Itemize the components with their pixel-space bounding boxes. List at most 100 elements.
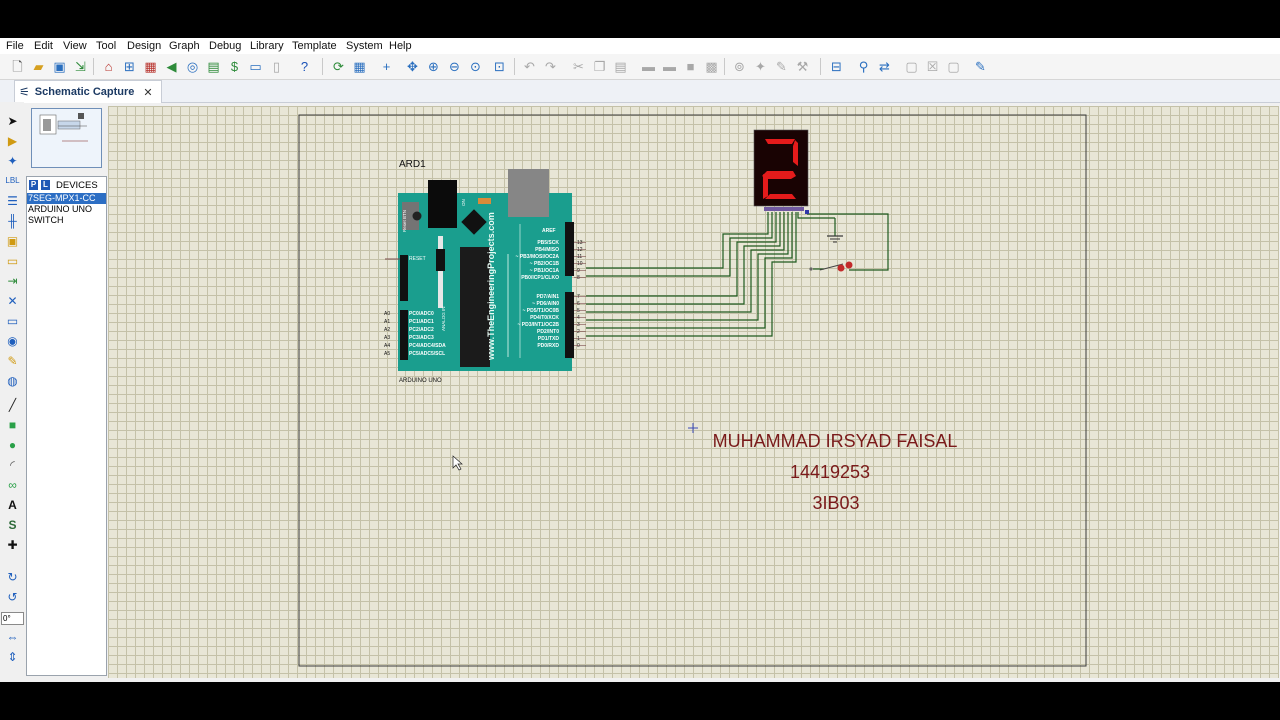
box-icon[interactable]: ■ bbox=[4, 416, 21, 433]
home-icon[interactable]: ⌂ bbox=[100, 58, 117, 75]
schematic-icon[interactable]: ⊞ bbox=[121, 58, 138, 75]
packaging-icon[interactable]: ✎ bbox=[773, 58, 790, 75]
terminals-icon[interactable]: ▭ bbox=[4, 252, 21, 269]
tape-recorder-icon[interactable]: ▭ bbox=[4, 312, 21, 329]
seven-segment-display[interactable]: 2 bbox=[753, 129, 809, 214]
line-icon[interactable]: ╱ bbox=[4, 396, 21, 413]
graph-icon[interactable]: ✕ bbox=[4, 292, 21, 309]
digital-pin-number: 0 bbox=[577, 343, 580, 349]
text-script-icon[interactable]: ☰ bbox=[4, 192, 21, 209]
text-icon[interactable]: A bbox=[4, 496, 21, 513]
library-manager-button[interactable]: L bbox=[41, 180, 50, 190]
rotate-clockwise-icon[interactable]: ↻ bbox=[4, 568, 21, 585]
redo-icon[interactable]: ↷ bbox=[542, 58, 559, 75]
wire-autorouter-icon[interactable]: ⊟ bbox=[828, 58, 845, 75]
device-item-switch[interactable]: SWITCH bbox=[27, 215, 106, 226]
rotate-anticlockwise-icon[interactable]: ↺ bbox=[4, 588, 21, 605]
junction-dot-icon[interactable]: ✦ bbox=[4, 152, 21, 169]
arduino-uno[interactable]: www.TheEngineeringProjects.com Reset BTN… bbox=[384, 169, 586, 371]
generator-icon[interactable]: ◉ bbox=[4, 332, 21, 349]
paste-icon[interactable]: ▤ bbox=[612, 58, 629, 75]
marker-icon[interactable]: ✚ bbox=[4, 536, 21, 553]
menu-template[interactable]: Template bbox=[292, 40, 337, 52]
pick-device-icon[interactable]: ⊚ bbox=[731, 58, 748, 75]
remove-sheet-icon[interactable]: ☒ bbox=[924, 58, 941, 75]
zoom-in-icon[interactable]: ⊕ bbox=[425, 58, 442, 75]
letterbox-bottom bbox=[0, 682, 1280, 720]
make-device-icon[interactable]: ✦ bbox=[752, 58, 769, 75]
gerber-icon[interactable]: ▤ bbox=[205, 58, 222, 75]
run-icon[interactable]: ◀ bbox=[163, 58, 180, 75]
design-explorer-icon[interactable]: ✎ bbox=[972, 58, 989, 75]
tab-bar: ⚟ Schematic Capture ✕ bbox=[0, 80, 1280, 103]
device-item-arduino-uno[interactable]: ARDUINO UNO bbox=[27, 204, 106, 215]
undo-icon[interactable]: ↶ bbox=[521, 58, 538, 75]
block-move-icon[interactable]: ▬ bbox=[661, 58, 678, 75]
mirror-horizontal-icon[interactable]: ⇔ bbox=[4, 628, 21, 645]
wire-label-icon[interactable]: LBL bbox=[4, 172, 21, 189]
switch-component[interactable] bbox=[809, 261, 853, 272]
bom-icon[interactable]: $ bbox=[226, 58, 243, 75]
zoom-out-icon[interactable]: ⊖ bbox=[446, 58, 463, 75]
menu-design[interactable]: Design bbox=[127, 40, 161, 52]
component-mode-icon[interactable]: ▶ bbox=[4, 132, 21, 149]
help-icon[interactable]: ? bbox=[296, 58, 313, 75]
voltage-probe-icon[interactable]: ✎ bbox=[4, 352, 21, 369]
close-icon[interactable]: ✕ bbox=[143, 86, 152, 99]
digital-pin-label: PB0/ICP1/CLKO bbox=[521, 275, 559, 281]
pan-icon[interactable]: ✥ bbox=[404, 58, 421, 75]
virtual-instruments-icon[interactable]: ◍ bbox=[4, 372, 21, 389]
new-sheet-icon[interactable]: ▢ bbox=[903, 58, 920, 75]
goto-sheet-icon[interactable]: ▢ bbox=[945, 58, 962, 75]
block-copy-icon[interactable]: ▬ bbox=[640, 58, 657, 75]
arc-icon[interactable]: ◜ bbox=[4, 456, 21, 473]
symbol-icon[interactable]: S bbox=[4, 516, 21, 533]
grid-icon[interactable]: ▦ bbox=[351, 58, 368, 75]
source-code-icon[interactable]: ▭ bbox=[247, 58, 264, 75]
subcircuit-icon[interactable]: ▣ bbox=[4, 232, 21, 249]
mirror-vertical-icon[interactable]: ⇕ bbox=[4, 648, 21, 665]
block-delete-icon[interactable]: ▩ bbox=[703, 58, 720, 75]
block-rotate-icon[interactable]: ■ bbox=[682, 58, 699, 75]
schematic-canvas[interactable]: ARD1 www.TheEngineeringProjects.com Rese… bbox=[108, 106, 1279, 678]
zoom-all-icon[interactable]: ⊙ bbox=[467, 58, 484, 75]
device-pins-icon[interactable]: ⇥ bbox=[4, 272, 21, 289]
menu-view[interactable]: View bbox=[63, 40, 87, 52]
menu-system[interactable]: System bbox=[346, 40, 383, 52]
overview-window[interactable] bbox=[31, 108, 102, 168]
author-name: MUHAMMAD IRSYAD FAISAL bbox=[713, 431, 958, 451]
pcb-icon[interactable]: ▦ bbox=[142, 58, 159, 75]
search-icon[interactable]: ⚲ bbox=[855, 58, 872, 75]
cut-icon[interactable]: ✂ bbox=[570, 58, 587, 75]
3d-view-icon[interactable]: ◎ bbox=[184, 58, 201, 75]
refresh-icon[interactable]: ⟳ bbox=[330, 58, 347, 75]
buses-icon[interactable]: ╫ bbox=[4, 212, 21, 229]
menu-file[interactable]: File bbox=[6, 40, 24, 52]
property-assign-icon[interactable]: ⇄ bbox=[876, 58, 893, 75]
digital-pin-number: 12 bbox=[577, 247, 583, 253]
decompose-icon[interactable]: ⚒ bbox=[794, 58, 811, 75]
new-file-icon[interactable]: 🗋 bbox=[9, 58, 26, 75]
selection-mode-icon[interactable]: ➤ bbox=[4, 112, 21, 129]
circle-icon[interactable]: ● bbox=[4, 436, 21, 453]
aref-label: AREF bbox=[542, 228, 556, 234]
tab-schematic-capture[interactable]: ⚟ Schematic Capture ✕ bbox=[14, 80, 162, 103]
menu-debug[interactable]: Debug bbox=[209, 40, 241, 52]
copy-icon[interactable]: ❐ bbox=[591, 58, 608, 75]
notes-icon[interactable]: ▯ bbox=[268, 58, 285, 75]
open-folder-icon[interactable]: ▰ bbox=[30, 58, 47, 75]
origin-icon[interactable]: + bbox=[378, 58, 395, 75]
rotation-field[interactable]: 0° bbox=[1, 612, 24, 625]
pick-devices-button[interactable]: P bbox=[29, 180, 38, 190]
zoom-area-icon[interactable]: ⊡ bbox=[491, 58, 508, 75]
save-icon[interactable]: ▣ bbox=[51, 58, 68, 75]
import-icon[interactable]: ⇲ bbox=[72, 58, 89, 75]
menu-help[interactable]: Help bbox=[389, 40, 412, 52]
device-item-7seg[interactable]: 7SEG-MPX1-CC bbox=[27, 193, 106, 204]
menu-tool[interactable]: Tool bbox=[96, 40, 116, 52]
path-icon[interactable]: ∞ bbox=[4, 476, 21, 493]
reset-btn-label: Reset BTN bbox=[402, 210, 407, 232]
menu-library[interactable]: Library bbox=[250, 40, 284, 52]
menu-graph[interactable]: Graph bbox=[169, 40, 200, 52]
menu-edit[interactable]: Edit bbox=[34, 40, 53, 52]
